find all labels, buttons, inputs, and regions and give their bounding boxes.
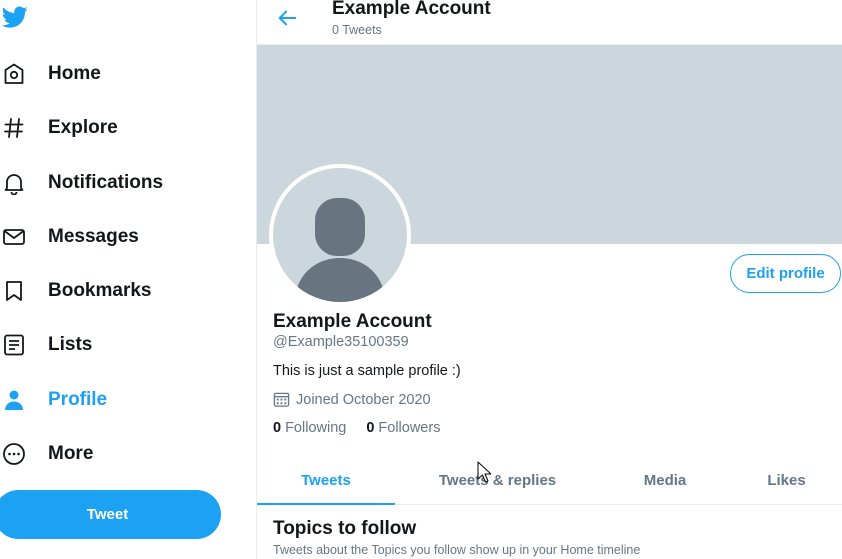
tab-tweets[interactable]: Tweets: [257, 456, 395, 505]
default-avatar-icon: [295, 198, 385, 302]
tweet-count: 0 Tweets: [332, 23, 382, 37]
follow-stats: 0 Following 0 Followers: [273, 420, 460, 436]
sidebar-item-label: More: [48, 443, 94, 464]
home-icon: [0, 60, 28, 88]
bell-icon: [0, 169, 28, 197]
sidebar-item-label: Notifications: [48, 172, 164, 193]
followers-label: Followers: [378, 420, 441, 436]
person-icon: [0, 386, 28, 414]
sidebar-item-label: Bookmarks: [48, 280, 152, 301]
topics-description: Tweets about the Topics you follow show …: [273, 543, 641, 557]
followers-count: 0: [366, 420, 375, 436]
profile-name: Example Account: [273, 311, 432, 332]
sidebar-item-bookmarks[interactable]: Bookmarks: [0, 271, 152, 311]
followers-link[interactable]: 0 Followers: [366, 420, 440, 436]
joined-date: Joined October 2020: [273, 391, 431, 408]
bookmark-icon: [0, 277, 28, 305]
profile-bio: This is just a sample profile :): [273, 363, 461, 379]
edit-profile-button[interactable]: Edit profile: [730, 254, 841, 293]
twitter-bird-logo-icon[interactable]: [0, 4, 32, 32]
sidebar-item-label: Explore: [48, 117, 118, 138]
tweet-button[interactable]: Tweet: [0, 490, 221, 539]
app-window: Home Explore Notifications Messages Book: [0, 0, 842, 559]
following-count: 0: [273, 420, 282, 436]
topics-heading: Topics to follow: [273, 518, 417, 539]
sidebar-item-label: Lists: [48, 334, 93, 355]
profile-header-bar: Example Account 0 Tweets: [257, 0, 842, 45]
joined-date-text: Joined October 2020: [296, 391, 431, 408]
sidebar-item-profile[interactable]: Profile: [0, 380, 107, 420]
active-tab-indicator: [257, 503, 395, 505]
sidebar-item-lists[interactable]: Lists: [0, 325, 92, 365]
profile-tabs: Tweets Tweets & replies Media Likes: [257, 456, 842, 505]
sidebar-item-notifications[interactable]: Notifications: [0, 163, 163, 203]
back-arrow-icon[interactable]: [277, 7, 301, 31]
envelope-icon: [0, 223, 28, 251]
sidebar: Home Explore Notifications Messages Book: [0, 0, 257, 559]
sidebar-item-explore[interactable]: Explore: [0, 108, 118, 148]
profile-main-column: Example Account 0 Tweets Edit profile Ex…: [256, 0, 842, 559]
following-label: Following: [285, 420, 347, 436]
calendar-icon: [273, 391, 290, 408]
sidebar-item-label: Messages: [48, 226, 139, 247]
sidebar-item-label: Profile: [48, 389, 108, 410]
tab-media[interactable]: Media: [600, 456, 730, 505]
tab-likes[interactable]: Likes: [730, 456, 842, 505]
tab-tweets-and-replies[interactable]: Tweets & replies: [395, 456, 600, 505]
following-link[interactable]: 0 Following: [273, 420, 346, 436]
sidebar-item-label: Home: [48, 63, 101, 84]
mouse-pointer-icon: [477, 461, 492, 483]
more-circle-icon: [0, 440, 28, 468]
sidebar-item-more[interactable]: More: [0, 434, 93, 474]
sidebar-item-messages[interactable]: Messages: [0, 217, 139, 257]
page-title: Example Account: [332, 0, 491, 19]
avatar[interactable]: [269, 164, 411, 306]
list-icon: [0, 331, 28, 359]
hashtag-icon: [0, 114, 28, 142]
profile-handle: @Example35100359: [273, 334, 409, 350]
sidebar-item-home[interactable]: Home: [0, 54, 101, 94]
